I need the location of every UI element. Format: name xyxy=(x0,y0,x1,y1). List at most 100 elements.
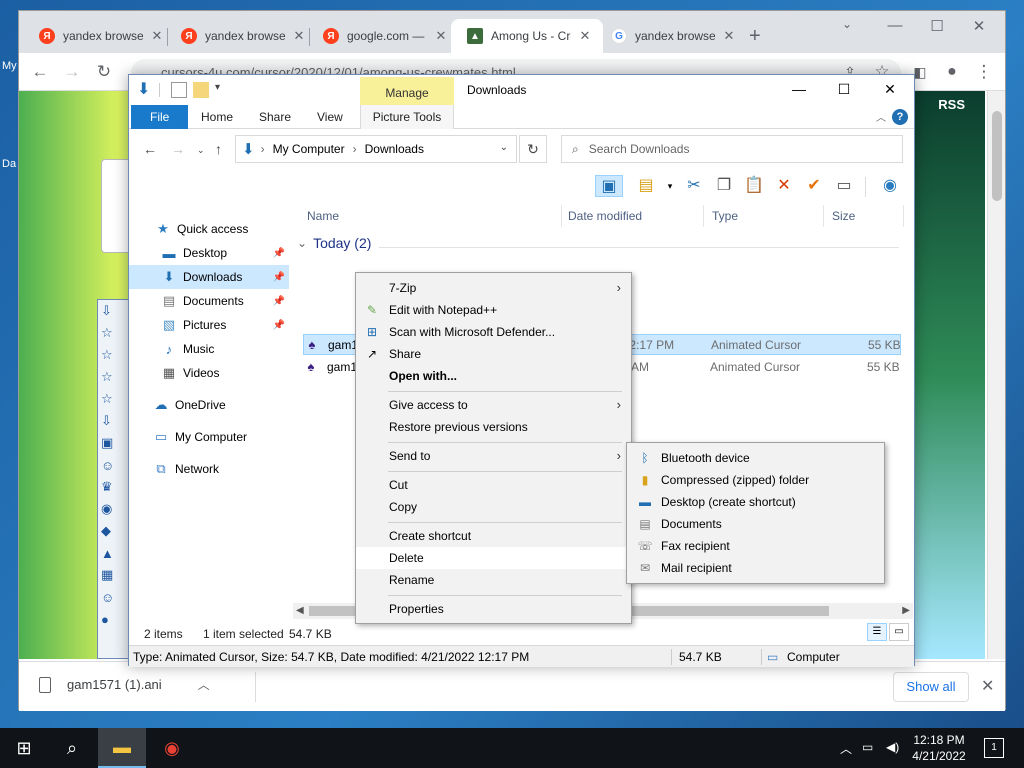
menu-item-create-shortcut[interactable]: Create shortcut xyxy=(356,525,631,547)
reload-icon[interactable]: ↻ xyxy=(93,61,115,83)
nav-item-desktop[interactable]: ▬ Desktop 📌 xyxy=(129,241,289,265)
menu-item-give-access[interactable]: Give access to › xyxy=(356,394,631,416)
tab-home[interactable]: Home xyxy=(189,105,245,129)
nav-item-network[interactable]: ⧉ Network xyxy=(129,457,289,481)
tab-search-icon[interactable]: ⌄ xyxy=(827,17,867,31)
nav-item-documents[interactable]: ▤ Documents 📌 xyxy=(129,289,289,313)
close-icon[interactable]: ✕ xyxy=(981,676,994,696)
close-tab-icon[interactable]: ✕ xyxy=(577,28,593,44)
menu-item-open-with[interactable]: Open with... xyxy=(356,365,631,387)
notification-icon[interactable]: 1 xyxy=(984,738,1004,758)
back-arrow-icon[interactable]: ← xyxy=(143,141,157,157)
close-button[interactable]: ✕ xyxy=(959,17,999,35)
send-to-zip[interactable]: ▮ Compressed (zipped) folder xyxy=(627,469,884,491)
properties-icon[interactable] xyxy=(171,82,187,98)
search-icon[interactable]: ⌕ xyxy=(48,728,96,768)
minimize-button[interactable]: — xyxy=(875,17,915,34)
minimize-button[interactable]: — xyxy=(784,81,814,97)
menu-item-scan-defender[interactable]: ⊞ Scan with Microsoft Defender... xyxy=(356,321,631,343)
chevron-up-icon[interactable]: ︿ xyxy=(840,740,852,757)
browser-tab[interactable]: Я yandex browser ✕ xyxy=(165,19,317,53)
up-arrow-icon[interactable]: ↑ xyxy=(215,141,222,157)
cut-icon[interactable]: ✂ xyxy=(683,175,705,197)
browser-tab-active[interactable]: ▲ Among Us - Crewmates ✕ xyxy=(451,19,603,53)
checkmark-icon[interactable]: ✔ xyxy=(803,175,825,197)
pin-icon[interactable]: 📌 xyxy=(273,272,285,283)
nav-item-pictures[interactable]: ▧ Pictures 📌 xyxy=(129,313,289,337)
system-clock[interactable]: 12:18 PM 4/21/2022 xyxy=(908,732,970,764)
close-tab-icon[interactable]: ✕ xyxy=(433,28,449,44)
search-input[interactable]: ⌕ Search Downloads xyxy=(561,135,903,163)
new-folder-icon[interactable]: ▤ xyxy=(635,175,657,197)
profile-avatar[interactable]: ● xyxy=(941,61,963,83)
menu-item-7zip[interactable]: 7-Zip › xyxy=(356,277,631,299)
send-to-desktop[interactable]: ▬ Desktop (create shortcut) xyxy=(627,491,884,513)
rename-icon[interactable]: ▭ xyxy=(833,175,855,197)
windows-start-icon[interactable]: ⊞ xyxy=(0,728,48,768)
tab-picture-tools[interactable]: Picture Tools xyxy=(360,105,454,129)
maximize-button[interactable]: ☐ xyxy=(829,81,859,98)
browser-tab[interactable]: Я google.com — ✕ xyxy=(307,19,459,53)
column-type[interactable]: Type xyxy=(712,209,738,223)
group-header[interactable]: ⌄ Today (2) xyxy=(297,235,371,251)
preview-pane-icon[interactable]: ▣ xyxy=(595,175,623,197)
pin-icon[interactable]: 📌 xyxy=(273,248,285,259)
volume-icon[interactable]: ◀) xyxy=(886,740,899,754)
close-button[interactable]: ✕ xyxy=(875,81,905,98)
file-explorer-taskbar-icon[interactable]: ▬ xyxy=(98,728,146,768)
rss-link[interactable]: RSS xyxy=(938,97,965,112)
menu-item-copy[interactable]: Copy xyxy=(356,496,631,518)
close-tab-icon[interactable]: ✕ xyxy=(149,28,165,44)
network-icon[interactable]: ▭ xyxy=(862,740,873,754)
refresh-icon[interactable]: ↻ xyxy=(519,135,547,163)
column-name[interactable]: Name xyxy=(307,209,339,223)
back-arrow-icon[interactable]: ← xyxy=(29,61,51,83)
send-to-mail[interactable]: ✉ Mail recipient xyxy=(627,557,884,579)
maximize-button[interactable]: ☐ xyxy=(917,17,957,35)
nav-item-quick-access[interactable]: ★ Quick access xyxy=(129,217,289,241)
details-view-icon[interactable]: ☰ xyxy=(867,623,887,641)
column-date-modified[interactable]: Date modified xyxy=(568,209,642,223)
close-tab-icon[interactable]: ✕ xyxy=(721,28,737,44)
column-size[interactable]: Size xyxy=(832,209,855,223)
chevron-down-icon[interactable]: ▾ xyxy=(659,175,681,197)
new-tab-button[interactable]: + xyxy=(749,25,761,48)
chevron-down-icon[interactable]: ▾ xyxy=(215,82,231,98)
new-folder-icon[interactable] xyxy=(193,82,209,98)
menu-item-edit-notepadpp[interactable]: ✎ Edit with Notepad++ xyxy=(356,299,631,321)
tab-file[interactable]: File xyxy=(131,105,189,129)
forward-arrow-icon[interactable]: → xyxy=(61,61,83,83)
pin-icon[interactable]: 📌 xyxy=(273,296,285,307)
menu-item-properties[interactable]: Properties xyxy=(356,598,631,620)
breadcrumb-downloads[interactable]: Downloads xyxy=(365,142,424,156)
paste-icon[interactable]: 📋 xyxy=(743,175,765,197)
scroll-left-icon[interactable]: ◀ xyxy=(296,603,304,619)
globe-icon[interactable]: ◉ xyxy=(879,175,901,197)
delete-icon[interactable]: ✕ xyxy=(773,175,795,197)
tab-view[interactable]: View xyxy=(305,105,355,129)
send-to-fax[interactable]: ☏ Fax recipient xyxy=(627,535,884,557)
breadcrumb-my-computer[interactable]: My Computer xyxy=(273,142,345,156)
menu-item-restore-versions[interactable]: Restore previous versions xyxy=(356,416,631,438)
nav-item-onedrive[interactable]: ☁ OneDrive xyxy=(129,393,289,417)
forward-arrow-icon[interactable]: → xyxy=(171,141,185,157)
menu-item-cut[interactable]: Cut xyxy=(356,474,631,496)
menu-item-delete[interactable]: Delete xyxy=(356,547,631,569)
copy-icon[interactable]: ❐ xyxy=(713,175,735,197)
nav-item-videos[interactable]: ▦ Videos xyxy=(129,361,289,385)
nav-item-downloads[interactable]: ⬇ Downloads 📌 xyxy=(129,265,289,289)
menu-item-share[interactable]: ↗ Share xyxy=(356,343,631,365)
nav-item-music[interactable]: ♪ Music xyxy=(129,337,289,361)
close-tab-icon[interactable]: ✕ xyxy=(291,28,307,44)
pin-icon[interactable]: 📌 xyxy=(273,320,285,331)
browser-tab[interactable]: Я yandex browser ✕ xyxy=(23,19,175,53)
send-to-documents[interactable]: ▤ Documents xyxy=(627,513,884,535)
scroll-right-icon[interactable]: ▶ xyxy=(902,603,910,619)
menu-item-rename[interactable]: Rename xyxy=(356,569,631,591)
show-all-button[interactable]: Show all xyxy=(893,672,969,702)
chevron-up-icon[interactable]: ︿ xyxy=(876,109,886,124)
tab-share[interactable]: Share xyxy=(247,105,303,129)
large-icons-view-icon[interactable]: ▭ xyxy=(889,623,909,641)
browser-tab[interactable]: G yandex browser ✕ xyxy=(595,19,747,53)
help-icon[interactable]: ? xyxy=(892,109,908,125)
